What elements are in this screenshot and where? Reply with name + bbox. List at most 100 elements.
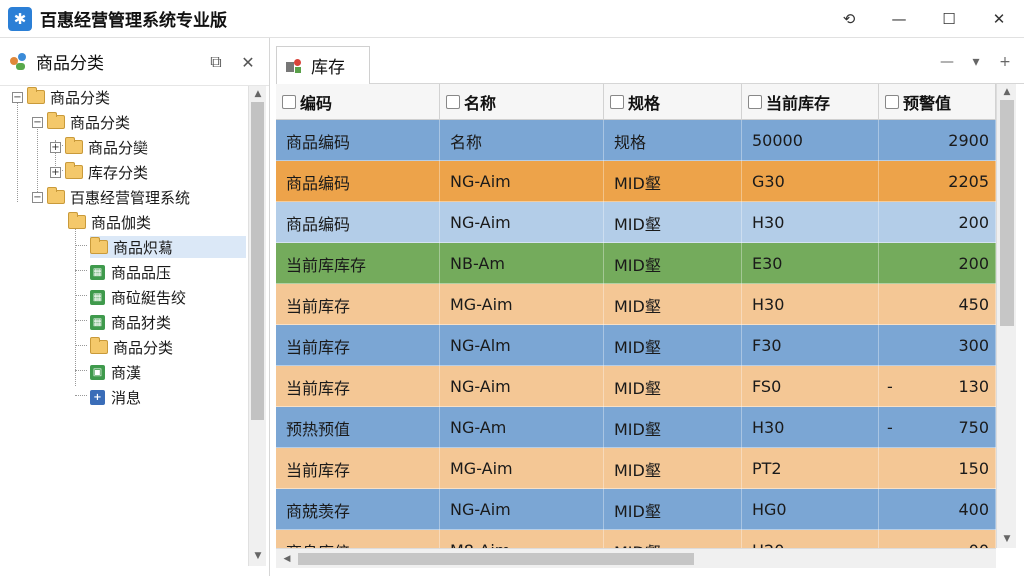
table-cell: 200: [879, 243, 996, 284]
collapse-icon[interactable]: −: [32, 191, 43, 203]
restore-button[interactable]: ⟲: [824, 0, 874, 38]
scroll-left-icon[interactable]: ◀: [278, 549, 296, 569]
scroll-down-icon[interactable]: ▼: [249, 549, 267, 563]
table-cell: FS0: [742, 366, 879, 407]
table-vscroll-thumb[interactable]: [1000, 100, 1014, 326]
close-button[interactable]: ✕: [974, 0, 1024, 38]
tree-item-label: 商品品压: [111, 263, 172, 282]
tree-item[interactable]: ▦ 商砬綎吿绞: [90, 286, 192, 308]
cell-value: F30: [752, 336, 782, 355]
table-cell: 当前库存: [276, 366, 440, 407]
tab-strip: 库存 — ▾ +: [276, 38, 1024, 84]
scroll-down-icon[interactable]: ▼: [997, 532, 1017, 546]
cell-value: 2900: [948, 131, 989, 150]
minimize-panel-icon[interactable]: —: [937, 52, 957, 72]
tree-scrollbar[interactable]: ▲ ▼: [248, 86, 266, 566]
table-horizontal-scrollbar[interactable]: ◀: [276, 548, 996, 568]
table-row[interactable]: 当前库库存 NB-Am MID壑 E30 200: [276, 243, 996, 284]
inventory-icon: [285, 57, 303, 75]
table-cell: MG-Aim: [440, 448, 604, 489]
expand-icon[interactable]: +: [50, 141, 61, 153]
pin-icon[interactable]: ⧉: [205, 51, 227, 73]
tree-item[interactable]: + 消息: [90, 386, 147, 408]
folder-icon: [27, 87, 45, 104]
table-cell: 预热预值: [276, 407, 440, 448]
cell-value: 150: [958, 459, 989, 478]
tree-item[interactable]: ▦ 商品品压: [90, 261, 177, 283]
cell-value: MID壑: [614, 214, 661, 234]
table-row[interactable]: 商品编码 NG-Aim MID壑 G30 2205: [276, 161, 996, 202]
column-checkbox[interactable]: [748, 95, 762, 109]
maximize-button[interactable]: ☐: [924, 0, 974, 38]
table-cell: 200: [879, 202, 996, 243]
column-checkbox[interactable]: [446, 95, 460, 109]
column-checkbox[interactable]: [885, 95, 899, 109]
tab-inventory[interactable]: 库存: [276, 46, 370, 84]
tree-item[interactable]: + 商品分奱: [50, 136, 154, 158]
tree-item[interactable]: + 库存分类: [50, 161, 154, 183]
cell-value: 200: [958, 213, 989, 232]
expand-icon[interactable]: +: [50, 166, 61, 178]
tree-scroll-thumb[interactable]: [251, 102, 264, 420]
cell-value: MID壑: [614, 460, 661, 480]
inventory-table: 编码 名称 规格 当前库存 预警值 商品编码 名称 规格 50000 2900 商品编码 NG-Ai…: [276, 84, 996, 548]
table-cell: NG-Aim: [440, 202, 604, 243]
tree-item[interactable]: 商品分类: [90, 336, 179, 358]
add-tab-icon[interactable]: +: [995, 52, 1015, 72]
tree-connector: [75, 395, 87, 396]
calendar-icon: ▣: [90, 364, 105, 380]
table-cell: 当前库存: [276, 325, 440, 366]
cell-value: 当前库存: [286, 337, 351, 357]
table-row[interactable]: 当前库存 MG-Aim MID壑 H30 450: [276, 284, 996, 325]
tree-item[interactable]: − 百惠经营管理系统: [32, 186, 196, 208]
cell-value: PT2: [752, 459, 782, 478]
collapse-icon[interactable]: −: [32, 116, 43, 128]
column-header[interactable]: 规格: [604, 84, 742, 120]
table-row[interactable]: 当前库存 NG-Aim MID壑 FS0 - 130: [276, 366, 996, 407]
cell-value: H30: [752, 213, 785, 232]
tree-item[interactable]: ▣ 商漢: [90, 361, 147, 383]
tree-item[interactable]: 商品炽蕮: [90, 236, 246, 258]
tree-connector: [75, 245, 87, 246]
folder-icon: [90, 337, 108, 354]
column-checkbox[interactable]: [610, 95, 624, 109]
table-row[interactable]: 当前库存 MG-Aim MID壑 PT2 150: [276, 448, 996, 489]
table-row[interactable]: 当前库存 NG-Alm MID壑 F30 300: [276, 325, 996, 366]
scroll-up-icon[interactable]: ▲: [997, 85, 1017, 99]
tree-item[interactable]: − 商品分类: [12, 86, 116, 108]
column-checkbox[interactable]: [282, 95, 296, 109]
table-cell: MID壑: [604, 407, 742, 448]
folder-icon: [65, 162, 83, 179]
column-header[interactable]: 编码: [276, 84, 440, 120]
table-row[interactable]: 商品编码 NG-Aim MID壑 H30 200: [276, 202, 996, 243]
table-hscroll-thumb[interactable]: [298, 553, 694, 565]
table-row[interactable]: 预热预值 NG-Am MID壑 H30 - 750: [276, 407, 996, 448]
table-row[interactable]: 商息库偣 M8-Aim MID壑 H20 00: [276, 530, 996, 548]
table-green-icon: ▦: [90, 264, 105, 280]
close-icon[interactable]: ✕: [237, 51, 259, 73]
cell-value: MID壑: [614, 501, 661, 521]
tab-inventory-label: 库存: [311, 58, 345, 78]
table-cell: MID壑: [604, 161, 742, 202]
chevron-down-icon[interactable]: ▾: [966, 52, 986, 72]
table-cell: MID壑: [604, 448, 742, 489]
column-header[interactable]: 预警值: [879, 84, 996, 120]
table-row[interactable]: 商品编码 名称 规格 50000 2900: [276, 120, 996, 161]
tree-item[interactable]: − 商品分类: [32, 111, 136, 133]
table-row[interactable]: 商兢羡存 NG-Aim MID壑 HG0 400: [276, 489, 996, 530]
cell-value: NG-Am: [450, 418, 507, 437]
table-vertical-scrollbar[interactable]: ▲ ▼: [996, 84, 1016, 548]
tree-item-label: 商品分奱: [88, 138, 149, 157]
tree-item-label: 消息: [111, 388, 142, 407]
cell-value: M8-Aim: [450, 541, 510, 548]
minimize-button[interactable]: —: [874, 0, 924, 38]
table-cell: NG-Am: [440, 407, 604, 448]
table-cell: 商品编码: [276, 202, 440, 243]
table-cell: NG-Aim: [440, 161, 604, 202]
column-header[interactable]: 当前库存: [742, 84, 879, 120]
collapse-icon[interactable]: −: [12, 91, 23, 103]
tree-item[interactable]: ▦ 商品犲类: [90, 311, 177, 333]
column-header[interactable]: 名称: [440, 84, 604, 120]
scroll-up-icon[interactable]: ▲: [249, 87, 267, 101]
tree-item[interactable]: 商品伽类: [68, 211, 157, 233]
